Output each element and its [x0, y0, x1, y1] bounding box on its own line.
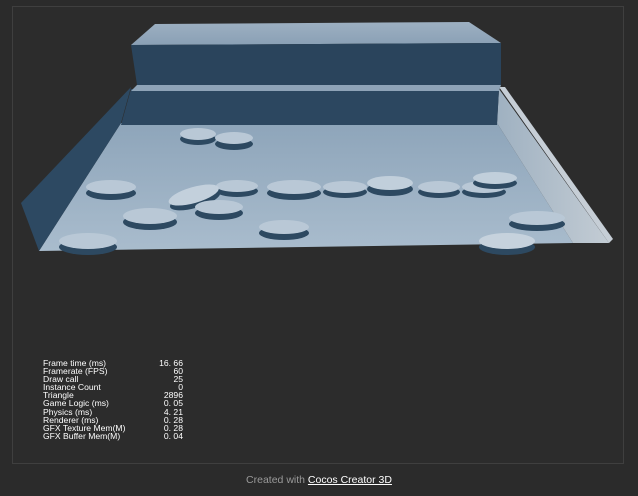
disc [367, 176, 413, 196]
disc [216, 180, 258, 197]
game-viewport[interactable]: Frame time (ms) 16. 66 Framerate (FPS) 6… [12, 6, 624, 464]
disc [323, 181, 367, 198]
cocos-creator-link[interactable]: Cocos Creator 3D [308, 474, 392, 486]
disc [259, 220, 309, 240]
top-box-front [131, 43, 501, 85]
disc [59, 233, 117, 255]
disc [418, 181, 460, 198]
disc [180, 128, 216, 145]
disc [123, 208, 177, 230]
footer: Created with Cocos Creator 3D [0, 474, 638, 486]
back-wall-ledge [131, 85, 501, 91]
disc [215, 132, 253, 150]
stat-value: 0. 04 [163, 430, 183, 441]
stat-label: GFX Buffer Mem(M) [43, 430, 121, 441]
footer-prefix: Created with [246, 474, 305, 486]
disc [267, 180, 321, 200]
disc [473, 172, 517, 189]
stat-row: GFX Buffer Mem(M) 0. 04 [43, 430, 183, 441]
top-box-lid [131, 22, 501, 45]
back-wall [121, 89, 499, 125]
disc [86, 180, 136, 200]
disc [195, 200, 243, 220]
profiler-stats: Frame time (ms) 16. 66 Framerate (FPS) 6… [43, 359, 183, 441]
disc [509, 211, 565, 231]
disc [479, 233, 535, 255]
